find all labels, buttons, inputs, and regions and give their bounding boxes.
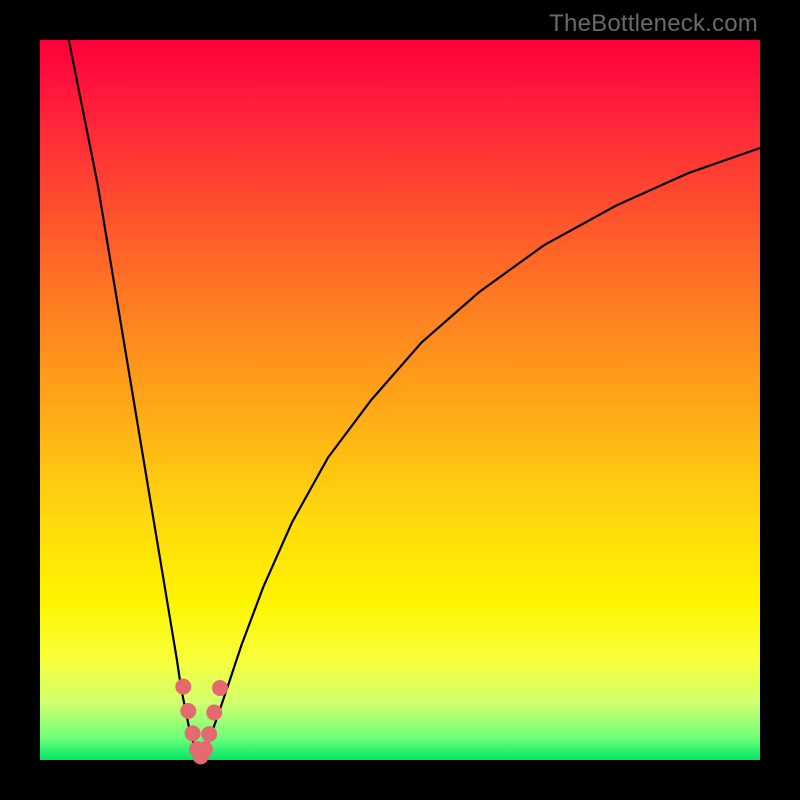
valley-dot bbox=[175, 679, 191, 695]
chart-frame: TheBottleneck.com bbox=[0, 0, 800, 800]
valley-dots-group bbox=[175, 679, 228, 765]
valley-dot bbox=[201, 726, 217, 742]
curve-layer bbox=[40, 40, 760, 760]
valley-dot bbox=[206, 705, 222, 721]
plot-area bbox=[40, 40, 760, 760]
curve-left-branch bbox=[69, 40, 200, 757]
valley-dot bbox=[185, 725, 201, 741]
valley-dot bbox=[180, 703, 196, 719]
watermark-text: TheBottleneck.com bbox=[549, 10, 758, 38]
valley-dot bbox=[197, 741, 213, 757]
curve-right-branch bbox=[200, 148, 760, 757]
valley-dot bbox=[212, 680, 228, 696]
